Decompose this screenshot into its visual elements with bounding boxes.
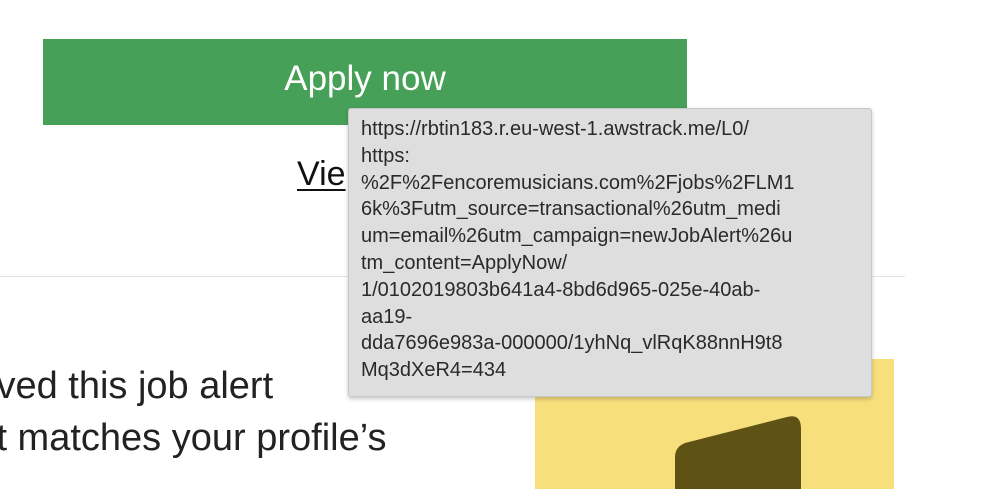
apply-now-label: Apply now bbox=[284, 59, 446, 98]
tooltip-line: 6k%3Futm_source=transactional%26utm_medi bbox=[361, 198, 781, 221]
tooltip-line: https: bbox=[361, 144, 410, 167]
notice-line: it matches your profile’s bbox=[0, 417, 387, 459]
tooltip-line: aa19- bbox=[361, 305, 413, 328]
tooltip-line: %2F%2Fencoremusicians.com%2Fjobs%2FLM1 bbox=[361, 171, 795, 194]
tooltip-line: um=email%26utm_campaign=newJobAlert%26u bbox=[361, 225, 793, 248]
view-link[interactable]: Vie bbox=[297, 155, 346, 194]
tooltip-line: https://rbtin183.r.eu-west-1.awstrack.me… bbox=[361, 118, 749, 140]
tooltip-line: dda7696e983a-000000/1yhNq_vlRqK88nnH9t8 bbox=[361, 332, 783, 355]
link-url-tooltip: https://rbtin183.r.eu-west-1.awstrack.me… bbox=[348, 108, 872, 397]
tooltip-line: tm_content=ApplyNow/ bbox=[361, 251, 568, 274]
tooltip-line: Mq3dXeR4=434 bbox=[361, 359, 507, 382]
tooltip-line: 1/0102019803b641a4-8bd6d965-025e-40ab- bbox=[361, 278, 761, 301]
